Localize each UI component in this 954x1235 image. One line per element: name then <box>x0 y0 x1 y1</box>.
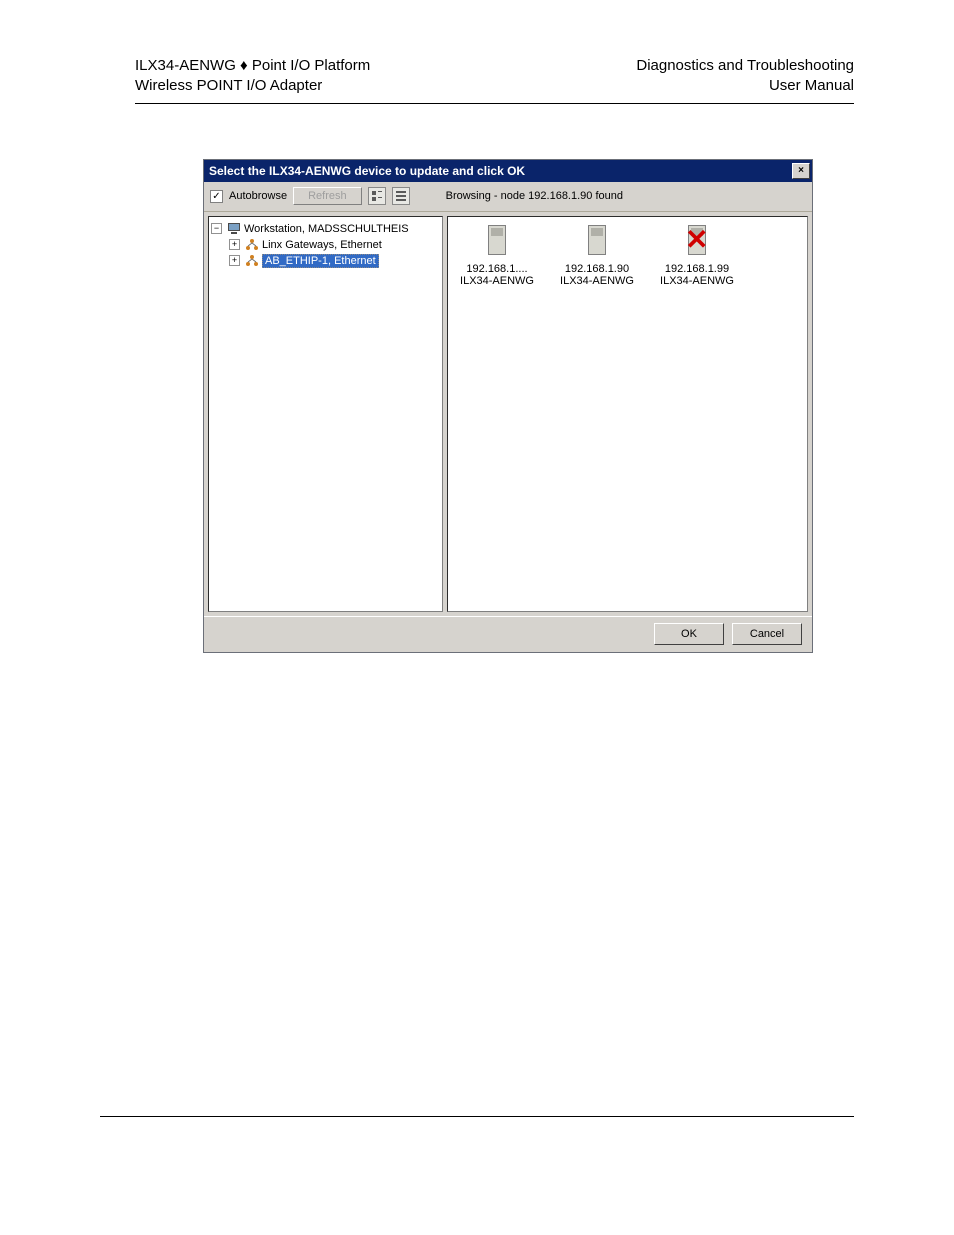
expand-icon[interactable]: + <box>229 255 240 266</box>
header-doc-type: User Manual <box>636 76 854 96</box>
tree-item-selected-label: AB_ETHIP-1, Ethernet <box>262 254 379 268</box>
device-name: ILX34-AENWG <box>652 275 742 287</box>
network-icon <box>244 254 260 268</box>
module-error-icon: ✕ <box>681 225 713 259</box>
device-list[interactable]: 192.168.1.... ILX34-AENWG 192.168.1.90 I… <box>447 216 808 612</box>
close-icon: × <box>798 165 804 176</box>
header-product-name: Point I/O Platform <box>252 57 370 74</box>
page-header: ILX34-AENWG ♦ Point I/O Platform Wireles… <box>135 56 854 97</box>
close-button[interactable]: × <box>792 163 810 179</box>
module-icon <box>581 225 613 259</box>
footer-rule <box>100 1116 854 1117</box>
device-ip: 192.168.1.99 <box>652 263 742 275</box>
tree-item-gateways[interactable]: + Linx Gateways, Ethernet <box>211 237 440 253</box>
module-icon <box>481 225 513 259</box>
autobrowse-label: Autobrowse <box>229 190 287 202</box>
autobrowse-checkbox[interactable]: ✓ <box>210 190 223 203</box>
cancel-button[interactable]: Cancel <box>732 623 802 645</box>
dialog-footer: OK Cancel <box>204 616 812 652</box>
ok-button[interactable]: OK <box>654 623 724 645</box>
header-rule <box>135 103 854 104</box>
tree-item-ethip[interactable]: + AB_ETHIP-1, Ethernet <box>211 253 440 269</box>
device-item[interactable]: 192.168.1.90 ILX34-AENWG <box>552 225 642 287</box>
device-ip: 192.168.1.... <box>452 263 542 275</box>
network-tree[interactable]: − Workstation, MADSSCHULTHEIS + Linx Gat… <box>208 216 443 612</box>
dialog-toolbar: ✓ Autobrowse Refresh Browsing - node 192… <box>204 182 812 212</box>
network-icon <box>244 238 260 252</box>
header-subtitle-left: Wireless POINT I/O Adapter <box>135 76 370 96</box>
checkmark-icon: ✓ <box>212 191 220 202</box>
tree-item-label: Linx Gateways, Ethernet <box>262 239 382 251</box>
device-name: ILX34-AENWG <box>552 275 642 287</box>
header-diamond-separator: ♦ <box>240 57 248 74</box>
workstation-icon <box>226 222 242 236</box>
header-product-code: ILX34-AENWG <box>135 57 236 74</box>
header-section-title: Diagnostics and Troubleshooting <box>636 56 854 76</box>
device-item[interactable]: ✕ 192.168.1.99 ILX34-AENWG <box>652 225 742 287</box>
browse-status: Browsing - node 192.168.1.90 found <box>446 190 623 202</box>
device-select-dialog: Select the ILX34-AENWG device to update … <box>203 159 813 653</box>
collapse-icon[interactable]: − <box>211 223 222 234</box>
device-item[interactable]: 192.168.1.... ILX34-AENWG <box>452 225 542 287</box>
tree-root-label: Workstation, MADSSCHULTHEIS <box>244 223 409 235</box>
tree-root[interactable]: − Workstation, MADSSCHULTHEIS <box>211 221 440 237</box>
refresh-button: Refresh <box>293 187 362 205</box>
details-view-icon[interactable] <box>392 187 410 205</box>
error-x-icon: ✕ <box>685 223 708 256</box>
list-view-icon[interactable] <box>368 187 386 205</box>
expand-icon[interactable]: + <box>229 239 240 250</box>
device-name: ILX34-AENWG <box>452 275 542 287</box>
dialog-titlebar[interactable]: Select the ILX34-AENWG device to update … <box>204 160 812 182</box>
device-ip: 192.168.1.90 <box>552 263 642 275</box>
dialog-title: Select the ILX34-AENWG device to update … <box>209 164 525 178</box>
